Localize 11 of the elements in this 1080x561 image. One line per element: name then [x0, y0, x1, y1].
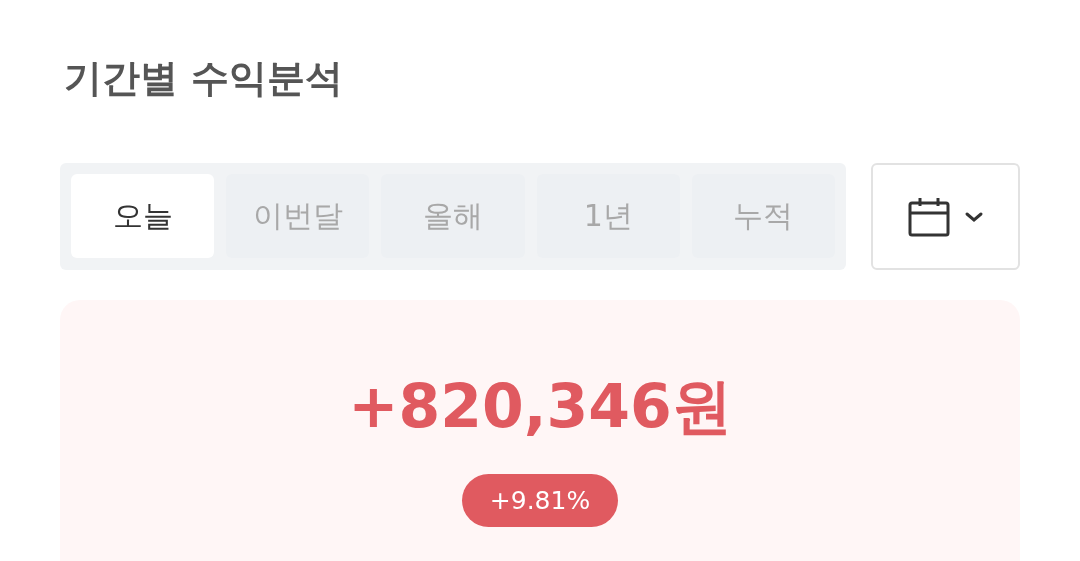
calendar-icon [907, 196, 950, 237]
date-picker-button[interactable] [871, 163, 1020, 270]
period-tab[interactable]: 이번달 [226, 174, 370, 258]
period-tab[interactable]: 오늘 [71, 174, 215, 258]
period-tab[interactable]: 올해 [381, 174, 525, 258]
period-tab[interactable]: 1년 [536, 174, 680, 258]
period-tab[interactable]: 누적 [691, 174, 835, 258]
page-title: 기간별 수익분석 [64, 55, 345, 102]
chevron-down-icon [963, 210, 984, 223]
profit-amount: +820,346원 [348, 370, 732, 443]
change-percent-badge: +9.81% [461, 474, 619, 527]
